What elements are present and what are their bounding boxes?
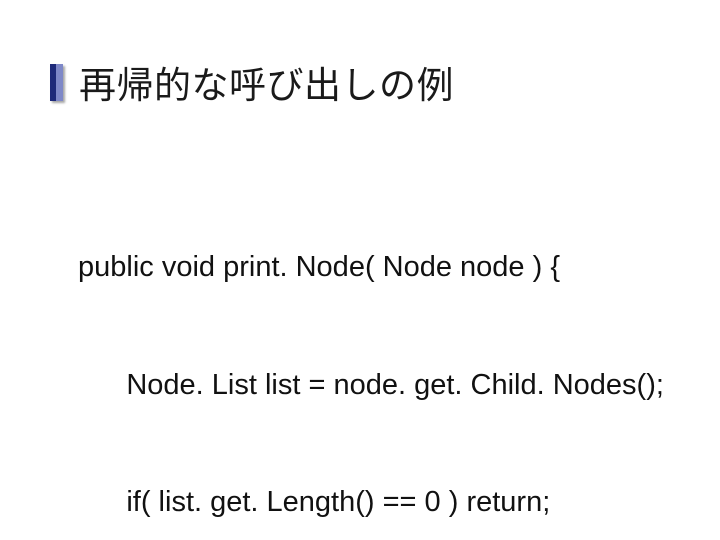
slide: 再帰的な呼び出しの例 public void print. Node( Node… (0, 0, 720, 540)
title-bullet-icon (50, 64, 63, 101)
code-line: Node. List list = node. get. Child. Node… (78, 366, 664, 405)
slide-title-row: 再帰的な呼び出しの例 (50, 55, 454, 109)
code-line: if( list. get. Length() == 0 ) return; (78, 483, 664, 522)
code-line: public void print. Node( Node node ) { (78, 248, 664, 287)
slide-title: 再帰的な呼び出しの例 (79, 55, 454, 109)
code-block: public void print. Node( Node node ) { N… (78, 170, 664, 540)
